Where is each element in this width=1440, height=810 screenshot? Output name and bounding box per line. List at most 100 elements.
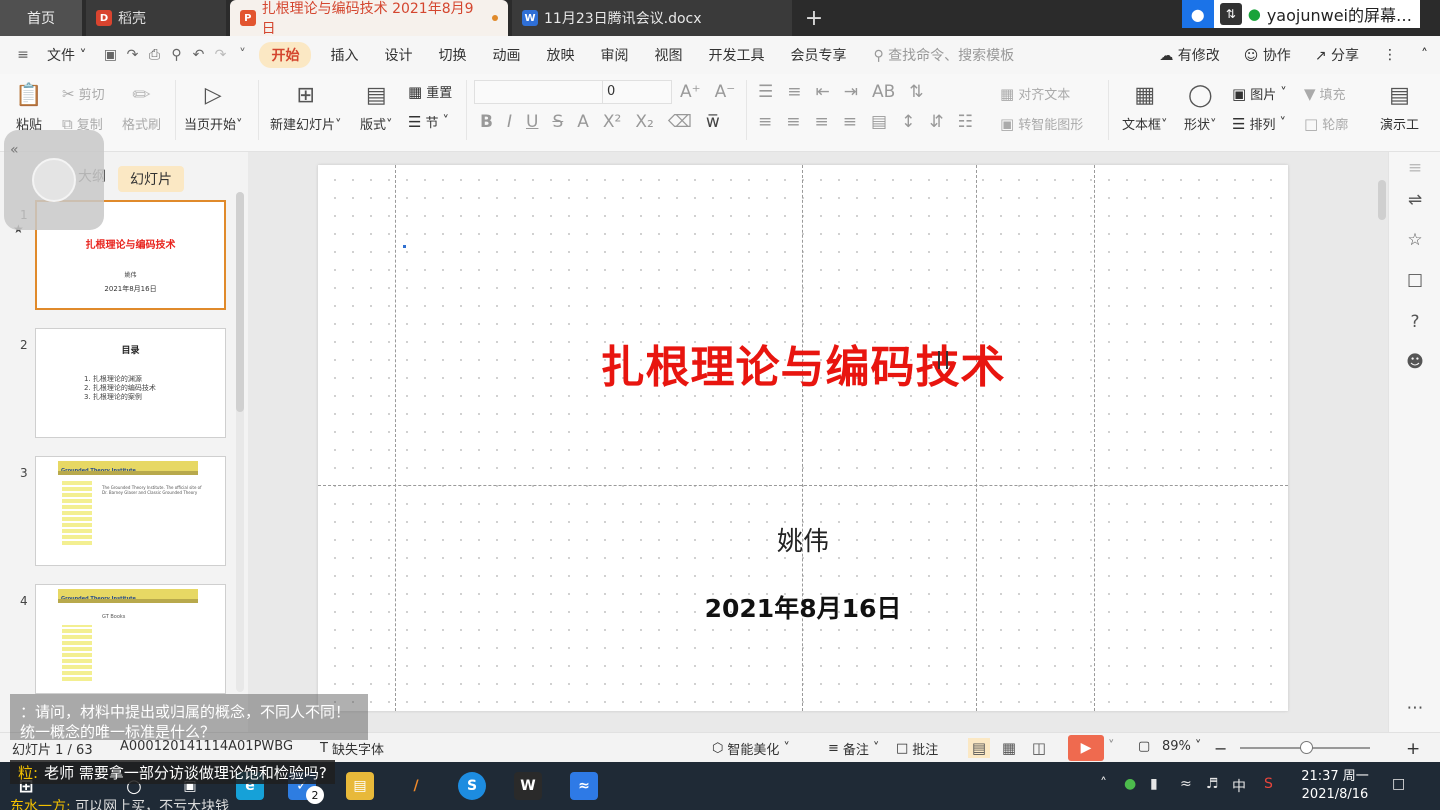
smart-graphic-button[interactable]: ▣ 转智能图形 — [1000, 114, 1083, 134]
sorter-view-icon[interactable]: ▦ — [998, 738, 1020, 758]
more-options-icon[interactable]: ⋯ — [1403, 696, 1427, 720]
zoom-out-icon[interactable]: − — [1214, 739, 1227, 758]
collab-button[interactable]: ☺ 协作 — [1232, 45, 1303, 65]
superscript-icon[interactable]: X² — [603, 112, 621, 132]
reset-button[interactable]: ▦ 重置 — [408, 82, 452, 102]
system-clock[interactable]: 21:37 周一 2021/8/16 — [1292, 768, 1378, 804]
slide-author[interactable]: 姚伟 — [318, 521, 1288, 558]
share-screen-icon[interactable]: ⇅ — [1219, 3, 1242, 25]
animation-icon[interactable]: ☆ — [1403, 228, 1427, 252]
smart-beautify-button[interactable]: ⬡ 智能美化 ˅ — [712, 739, 790, 758]
tab-slides[interactable]: 幻灯片 — [118, 166, 184, 192]
align-right-icon[interactable]: ≡ — [815, 112, 829, 132]
line-spacing-icon[interactable]: ↕ — [901, 112, 915, 132]
thumbnail-scrollbar[interactable] — [236, 192, 244, 692]
menu-animations[interactable]: 动画 — [479, 45, 533, 65]
menu-design[interactable]: 设计 — [371, 45, 425, 65]
slide-thumbnail-4[interactable]: Grounded Theory Institute GT Books — [35, 584, 226, 694]
panel-collapse-icon[interactable]: ≡ — [1403, 156, 1427, 180]
menu-slideshow[interactable]: 放映 — [533, 45, 587, 65]
tray-app-icon[interactable]: ● — [1124, 776, 1136, 792]
command-search[interactable]: ⚲ 查找命令、搜索模板 — [865, 45, 1014, 65]
tab-word-doc[interactable]: W 11月23日腾讯会议.docx — [512, 0, 792, 36]
font-color-icon[interactable]: A — [577, 112, 589, 132]
add-tab-button[interactable]: + — [800, 4, 828, 32]
collapse-panel-icon[interactable]: « — [10, 142, 19, 158]
meeting-app-icon[interactable]: ≈ — [570, 772, 598, 800]
scrollbar-thumb[interactable] — [236, 192, 244, 412]
menu-insert[interactable]: 插入 — [317, 45, 371, 65]
bold-icon[interactable]: B — [480, 112, 493, 132]
eraser-icon[interactable]: ⌫ — [668, 112, 692, 132]
menu-member[interactable]: 会员专享 — [777, 45, 859, 65]
undo-icon[interactable]: ↶ — [187, 47, 209, 63]
menu-developer[interactable]: 开发工具 — [695, 45, 777, 65]
italic-icon[interactable]: I — [507, 112, 512, 132]
canvas-scrollbar[interactable] — [1376, 160, 1388, 720]
save-icon[interactable]: ▣ — [99, 47, 121, 63]
shape-button[interactable]: ◯ 形状˅ — [1184, 80, 1217, 134]
file-explorer-icon[interactable]: ▤ — [346, 772, 374, 800]
normal-view-icon[interactable]: ▤ — [968, 738, 990, 758]
hamburger-icon[interactable]: ≡ — [12, 47, 34, 63]
missing-font-button[interactable]: T 缺失字体 — [320, 739, 384, 758]
scrollbar-thumb[interactable] — [1378, 180, 1386, 220]
arrange-button[interactable]: ☰ 排列 ˅ — [1232, 114, 1286, 134]
present-tools-button[interactable]: ▤ 演示工 — [1380, 80, 1419, 134]
menu-transitions[interactable]: 切换 — [425, 45, 479, 65]
share-button[interactable]: ↗ 分享 — [1303, 45, 1371, 65]
microphone-icon[interactable]: ● — [1248, 5, 1261, 23]
play-slideshow-button[interactable]: ▶ — [1068, 735, 1104, 761]
assistant-icon[interactable]: ☻ — [1403, 350, 1427, 374]
increase-font-icon[interactable]: A⁺ — [680, 82, 701, 102]
file-menu[interactable]: 文件 ˅ — [34, 45, 99, 65]
align-text-button[interactable]: ▦ 对齐文本 — [1000, 84, 1070, 104]
volume-icon[interactable]: ♬ — [1206, 776, 1219, 792]
ime-indicator[interactable]: 中 — [1232, 776, 1246, 796]
properties-icon[interactable]: ⇌ — [1403, 188, 1427, 212]
subscript-icon[interactable]: X₂ — [635, 112, 653, 132]
new-slide-button[interactable]: ⊞ 新建幻灯片˅ — [270, 80, 342, 134]
outline-button[interactable]: □ 轮廓 — [1304, 114, 1348, 134]
help-icon[interactable]: ? — [1403, 310, 1427, 334]
pen-app-icon[interactable]: / — [402, 772, 430, 800]
para-spacing-icon[interactable]: ⇵ — [929, 112, 943, 132]
reading-view-icon[interactable]: ◫ — [1028, 738, 1050, 758]
sogou-ime-icon[interactable]: S — [1264, 776, 1273, 792]
tray-expand-icon[interactable]: ˄ — [1100, 776, 1107, 792]
menu-view[interactable]: 视图 — [641, 45, 695, 65]
slide-canvas[interactable]: 扎根理论与编码技术 姚伟 2021年8月16日 — [318, 165, 1288, 711]
notes-button[interactable]: ≡ 备注 ˅ — [828, 739, 879, 758]
align-center-icon[interactable]: ≡ — [786, 112, 800, 132]
columns-icon[interactable]: ☷ — [958, 112, 973, 132]
bullet-list-icon[interactable]: ☰ — [758, 82, 773, 102]
cut-button[interactable]: ✂ 剪切 — [62, 84, 105, 104]
fill-button[interactable]: ▼ 填充 — [1304, 84, 1346, 104]
numbered-list-icon[interactable]: ≡ — [787, 82, 801, 102]
paste-button[interactable]: 📋 粘贴 — [14, 80, 44, 134]
transition-icon[interactable]: □ — [1403, 268, 1427, 292]
zoom-in-icon[interactable]: + — [1406, 739, 1420, 759]
start-current-slide-button[interactable]: ▷ 当页开始˅ — [184, 80, 243, 134]
zoom-slider-knob[interactable] — [1300, 741, 1313, 754]
tab-presentation[interactable]: P 扎根理论与编码技术 2021年8月9日 — [230, 0, 508, 37]
play-options-icon[interactable]: ˅ — [1108, 739, 1115, 754]
notification-center-icon[interactable]: □ — [1392, 776, 1405, 792]
print-preview-icon[interactable]: ⚲ — [165, 47, 187, 63]
zoom-level[interactable]: 89% ˅ — [1162, 739, 1201, 754]
menu-home[interactable]: 开始 — [259, 42, 312, 68]
justify-icon[interactable]: ≡ — [843, 112, 857, 132]
textbox-button[interactable]: ▦ 文本框˅ — [1122, 80, 1168, 134]
redo-icon[interactable]: ↷ — [209, 47, 231, 63]
strikethrough-icon[interactable]: S — [552, 112, 563, 132]
text-direction-icon[interactable]: AB — [872, 82, 895, 102]
floating-assist-button[interactable]: « — [4, 130, 104, 230]
slide-title[interactable]: 扎根理论与编码技术 — [318, 331, 1288, 395]
font-family-select[interactable] — [474, 80, 604, 104]
tab-home[interactable]: 首页 — [0, 0, 82, 36]
sort-icon[interactable]: ⇅ — [909, 82, 923, 102]
export-icon[interactable]: ↷ — [121, 47, 143, 63]
modified-button[interactable]: ☁ 有修改 — [1147, 45, 1231, 65]
sogou-icon[interactable]: S — [458, 772, 486, 800]
format-painter-button[interactable]: ✏ 格式刷 — [122, 80, 161, 134]
